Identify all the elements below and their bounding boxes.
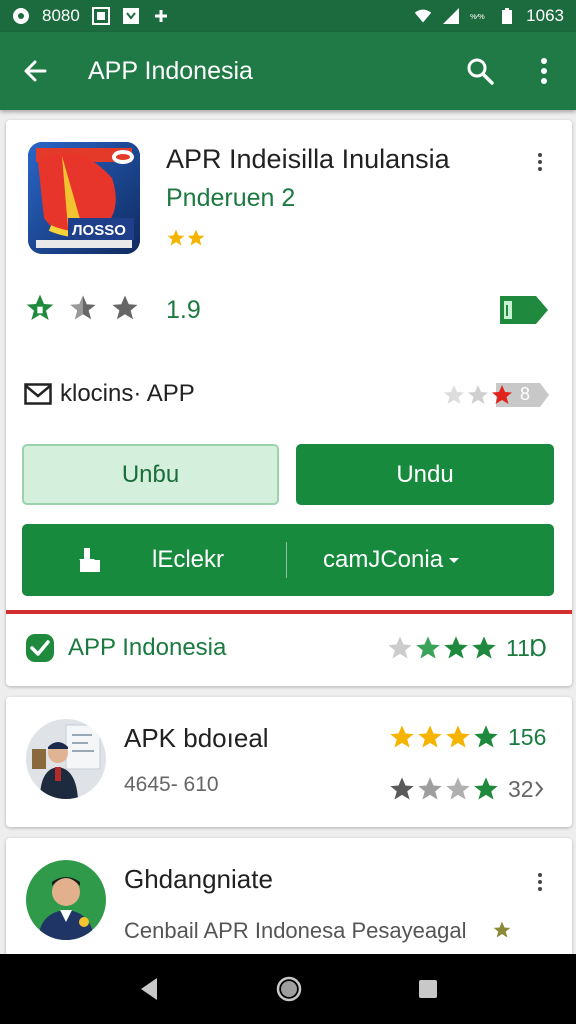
list-item[interactable]: Ghdangniate Cenbail APR Indonesa Pesayea…: [6, 838, 572, 968]
star-olive-icon: [493, 921, 511, 938]
signal-icon: [442, 7, 460, 25]
verified-stars: 11Ɒ: [386, 634, 548, 662]
download-button[interactable]: lEclekr camJConia: [22, 524, 554, 596]
list-item-title: Ghdangniate: [124, 864, 273, 894]
avatar: [26, 860, 106, 940]
list-item[interactable]: APK bdoıeal 4645- 610 156 32: [6, 697, 572, 827]
battery-icon: [498, 7, 516, 25]
navigation-bar: [0, 954, 576, 1024]
wifi-icon: [414, 7, 432, 25]
list-item-count-secondary: 32: [508, 775, 534, 802]
status-time: 8080: [42, 6, 80, 25]
notification-icon: [12, 7, 30, 25]
svg-text:ЛОSSO: ЛОSSO: [72, 222, 126, 239]
back-button[interactable]: [0, 57, 70, 85]
image-icon: [91, 7, 110, 25]
status-bar: 8080 %⁄% 1063: [0, 0, 576, 32]
list-item-rating: 156: [388, 723, 546, 751]
tag-badge: [498, 294, 550, 326]
star-green-icon: [444, 636, 468, 659]
list-item-subtitle: 4645- 610: [124, 773, 219, 796]
nav-back-icon[interactable]: [137, 976, 161, 1002]
plus-icon: [152, 7, 170, 25]
chevron-right-icon: [534, 781, 543, 797]
download-status-icon: [122, 7, 140, 25]
info-label: klocins· APP: [60, 380, 195, 407]
divider-red: [6, 610, 572, 614]
star-gray-icon: [446, 777, 470, 800]
list-item-title: APK bdoıeal: [124, 723, 269, 753]
language-label: camJConia: [323, 546, 444, 573]
star-dark-icon: [390, 777, 414, 800]
info-row: klocins· APP: [24, 380, 195, 408]
download-label: lEclekr: [152, 546, 225, 573]
star-icon: [187, 229, 205, 246]
list-item-options-button[interactable]: [528, 870, 552, 894]
search-button[interactable]: [448, 56, 512, 86]
rating-value: 1.9: [166, 296, 201, 324]
verified-label: APP Indonesia: [68, 634, 227, 661]
more-vert-icon: [541, 58, 547, 84]
info-rating-badge: [436, 380, 551, 410]
star-gold-icon: [390, 725, 414, 748]
star-green-icon: [472, 636, 496, 659]
download-icon: [22, 544, 152, 576]
star-gray-icon: [418, 777, 442, 800]
star-green-icon: [474, 725, 498, 748]
star-gray-icon: [112, 295, 138, 320]
mail-icon: [24, 383, 52, 405]
nav-recents-icon[interactable]: [417, 978, 439, 1000]
star-filled-icon: [26, 294, 54, 320]
list-item-count: 156: [508, 723, 547, 750]
battery-text: 1063: [526, 6, 564, 25]
star-green-icon: [416, 636, 440, 659]
chevron-down-icon: [449, 558, 460, 563]
list-item-subtitle: Cenbail APR Indonesa Pesayeagal: [124, 918, 467, 943]
star-outline-icon: [70, 295, 96, 320]
star-gold-icon: [446, 725, 470, 748]
verified-row[interactable]: APP Indonesia: [24, 632, 226, 664]
star-green-icon: [474, 777, 498, 800]
badge-text: 8: [520, 384, 531, 404]
star-icon: [167, 229, 185, 246]
star-gold-icon: [418, 725, 442, 748]
install-outline-button[interactable]: Unɓu: [22, 444, 279, 505]
star-gray-icon: [388, 636, 412, 659]
list-item-rating-secondary: 32: [388, 775, 544, 803]
percent-icon: %⁄%: [470, 7, 488, 25]
mini-rating-stars: [166, 228, 206, 248]
app-options-button[interactable]: [528, 150, 552, 174]
back-arrow-icon: [24, 60, 47, 82]
app-name: APR Indeisilla Inulansia: [166, 144, 450, 174]
svg-text:%⁄%: %⁄%: [470, 12, 485, 21]
install-button[interactable]: Undu: [296, 444, 554, 505]
check-badge-icon: [26, 634, 54, 662]
overflow-menu-button[interactable]: [512, 57, 576, 85]
nav-home-icon[interactable]: [275, 975, 303, 1003]
app-icon[interactable]: ЛОSSO: [28, 142, 140, 254]
app-bar: APP Indonesia: [0, 32, 576, 110]
app-detail-card: ЛОSSO APR Indeisilla Inulansia Pnderuen …: [6, 120, 572, 686]
page-title: APP Indonesia: [88, 56, 253, 85]
rating-stars-row: [24, 292, 140, 324]
search-icon: [467, 58, 494, 85]
app-developer[interactable]: Pnderuen 2: [166, 184, 295, 213]
button-divider: [286, 542, 287, 578]
verified-count: 11Ɒ: [506, 634, 548, 661]
avatar: [26, 719, 106, 799]
